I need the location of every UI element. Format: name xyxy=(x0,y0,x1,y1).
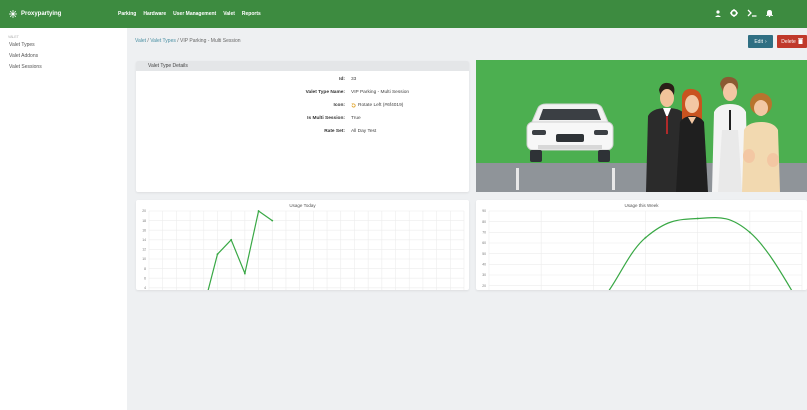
usage-week-chart: SunMonTueWedThuFriSat0102030405060708090 xyxy=(482,209,803,290)
nav-valet[interactable]: Valet xyxy=(223,11,235,17)
y-tick-label: 12 xyxy=(142,248,146,252)
detail-row-id: Id: 33 xyxy=(136,77,469,85)
detail-label: Rate Set: xyxy=(324,129,345,134)
top-icons xyxy=(715,9,773,19)
details-card-title: Valet Type Details xyxy=(136,61,469,71)
detail-label: Icon: xyxy=(333,103,345,108)
y-tick-label: 20 xyxy=(142,209,146,213)
valet-type-details-card: Valet Type Details Id: 33 Valet Type Nam… xyxy=(136,61,469,192)
y-tick-label: 60 xyxy=(482,241,486,245)
breadcrumb-current: VIP Parking - Multi Session xyxy=(180,38,241,44)
detail-value: VIP Parking - Multi Session xyxy=(351,90,410,95)
y-tick-label: 8 xyxy=(144,267,146,271)
nav-user-management[interactable]: User Management xyxy=(173,11,216,17)
breadcrumb-separator: / xyxy=(147,38,149,44)
y-tick-label: 70 xyxy=(482,231,486,235)
brand-name: Proxypartying xyxy=(21,11,62,17)
data-point xyxy=(257,210,260,212)
detail-row-rate-set: Rate Set: All Day Test xyxy=(136,129,469,137)
breadcrumb: Valet / Valet Types / VIP Parking - Mult… xyxy=(135,38,241,44)
breadcrumb-separator: / xyxy=(177,38,179,44)
delete-label: Delete xyxy=(781,38,796,45)
data-point xyxy=(243,272,246,275)
y-tick-label: 6 xyxy=(144,276,146,280)
data-point xyxy=(696,217,699,220)
detail-value: Rotate Left (#6f4019) xyxy=(351,103,403,108)
data-point xyxy=(230,238,233,241)
terminal-icon[interactable] xyxy=(747,9,757,19)
nav-parking[interactable]: Parking xyxy=(118,11,136,17)
detail-label: Valet Type Name: xyxy=(305,90,345,95)
data-point xyxy=(271,219,274,222)
y-tick-label: 40 xyxy=(482,263,486,267)
data-point xyxy=(644,236,647,239)
y-tick-label: 20 xyxy=(482,284,486,288)
edit-arrow-icon: › xyxy=(764,38,767,45)
detail-row-name: Valet Type Name: VIP Parking - Multi Ses… xyxy=(136,90,469,98)
brand-icon xyxy=(9,10,17,18)
top-navbar: Proxypartying Parking Hardware User Mana… xyxy=(0,0,807,28)
breadcrumb-valet[interactable]: Valet xyxy=(135,38,146,44)
valet-scene-image xyxy=(476,60,807,192)
main-nav: Parking Hardware User Management Valet R… xyxy=(118,11,261,17)
nav-reports[interactable]: Reports xyxy=(242,11,261,17)
sidebar-item-valet-types[interactable]: Valet Types xyxy=(0,39,127,50)
detail-row-icon: Icon: Rotate Left (#6f4019) xyxy=(136,103,469,111)
breadcrumb-valet-types[interactable]: Valet Types xyxy=(150,38,176,44)
y-tick-label: 18 xyxy=(142,219,146,223)
edit-button[interactable]: Edit › xyxy=(748,35,773,48)
detail-label: Is Multi Session: xyxy=(307,116,345,121)
detail-label: Id: xyxy=(339,77,345,82)
detail-row-multi-session: Is Multi Session: True xyxy=(136,116,469,124)
y-tick-label: 14 xyxy=(142,238,146,242)
detail-icon-text: Rotate Left (#6f4019) xyxy=(358,103,404,108)
y-tick-label: 4 xyxy=(144,286,146,290)
user-icon[interactable] xyxy=(715,9,721,19)
edit-label: Edit xyxy=(754,38,763,45)
sidebar-item-valet-addons[interactable]: Valet Addons xyxy=(0,50,127,61)
sidebar-heading: valet xyxy=(8,35,19,39)
valet-illustration xyxy=(476,60,807,192)
y-tick-label: 16 xyxy=(142,228,146,232)
y-tick-label: 90 xyxy=(482,209,486,213)
gear-icon[interactable] xyxy=(730,9,738,19)
usage-week-card: Usage this Week SunMonTueWedThuFriSat010… xyxy=(476,200,807,290)
bell-icon[interactable] xyxy=(766,9,773,19)
y-tick-label: 10 xyxy=(142,257,146,261)
detail-value: All Day Test xyxy=(351,129,377,134)
y-tick-label: 80 xyxy=(482,220,486,224)
usage-today-chart: 0:001:002:003:004:005:006:007:008:009:00… xyxy=(142,209,465,290)
y-tick-label: 30 xyxy=(482,273,486,277)
sidebar-item-valet-sessions[interactable]: Valet Sessions xyxy=(0,61,127,72)
sidebar: valet Valet Types Valet Addons Valet Ses… xyxy=(0,28,127,410)
trash-icon xyxy=(797,37,803,46)
detail-value: True xyxy=(351,116,361,121)
brand-logo[interactable]: Proxypartying xyxy=(0,10,118,18)
rotate-left-icon xyxy=(351,103,356,108)
data-point xyxy=(216,253,219,256)
usage-today-card: Usage Today 0:001:002:003:004:005:006:00… xyxy=(136,200,469,290)
data-point xyxy=(748,231,751,234)
nav-hardware[interactable]: Hardware xyxy=(143,11,166,17)
y-tick-label: 50 xyxy=(482,252,486,256)
detail-value: 33 xyxy=(351,77,357,82)
delete-button[interactable]: Delete xyxy=(777,35,807,48)
